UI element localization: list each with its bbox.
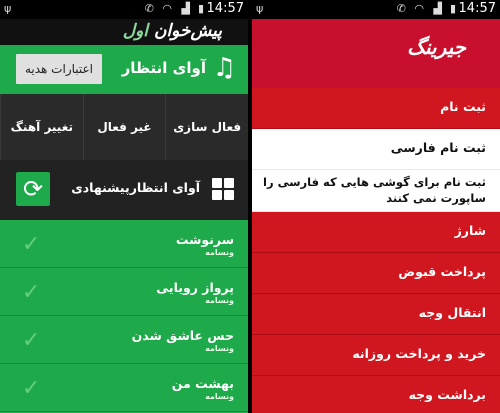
app-header: پیش‌خوان اول اعتبارات هدیه آوای انتظار ♫ [0,19,248,94]
menu-item-label: خرید و پرداخت روزانه [352,346,486,361]
wifi-icon: ◠ [162,2,172,15]
song-title: حس عاشق شدن [131,328,234,343]
song-title: بهشت من [171,376,234,391]
menu-item-charge[interactable]: شارژ [252,212,500,253]
signal-icon: ▟ [433,2,442,15]
brand-logo: جیرینگ [407,35,466,59]
status-bar: ψ ✆ ◠ ▟ ▮ 14:57 [252,0,500,19]
suggested-title: آوای انتظارپیشنهادی [71,180,200,195]
menu-item-register[interactable]: ثبت نام [252,88,500,129]
grid-icon [212,178,234,200]
status-time: 14:57 [206,1,244,16]
menu-item-label: ثبت نام [440,99,486,114]
menu-item-daily-purchase[interactable]: خرید و پرداخت روزانه [252,335,500,376]
battery-icon: ▮ [197,2,204,15]
song-item[interactable]: ✓ سرنوشت ونسامه [0,220,248,268]
song-artist: ونسامه [205,392,234,401]
menu-item-label: برداشت وجه [408,387,486,402]
brand-main: پیش‌خوان [153,21,222,41]
song-title: سرنوشت [175,232,234,247]
deactivate-button[interactable]: غیر فعال سازی [82,94,166,200]
page-title: آوای انتظار [121,59,206,77]
song-artist: ونسامه [205,344,234,353]
wifi-icon: ◠ [414,2,424,15]
music-note-icon: ♫ [212,53,236,83]
brand-bar: پیش‌خوان اول [0,19,248,45]
menu-item-label: ثبت نام برای گوشی هایی که فارسی را ساپور… [263,175,486,205]
check-icon: ✓ [22,232,41,257]
refresh-icon[interactable]: ⟳ [16,172,50,206]
action-bar: فعال سازی غیر فعال سازی تغییر آهنگ [0,94,248,200]
song-item[interactable]: ✓ بهشت من ونسامه [0,364,248,412]
usb-icon: ψ [256,2,264,15]
right-screen: ψ ✆ ◠ ▟ ▮ 14:57 جیرینگ ثبت نام ثبت نام ف… [252,0,500,413]
song-item[interactable]: ✓ حس عاشق شدن ونسامه [0,316,248,364]
menu-item-label: شارژ [454,223,486,238]
activate-button[interactable]: فعال سازی [165,94,248,160]
menu-item-label: پرداخت قبوض [398,264,486,279]
menu-list: ثبت نام ثبت نام فارسی ثبت نام برای گوشی … [252,88,500,413]
menu-item-label: ثبت نام فارسی [390,140,486,155]
suggested-header: آوای انتظارپیشنهادی ⟳ [0,160,248,220]
check-icon: ✓ [22,280,41,305]
brand-sub: اول [122,21,149,41]
song-title: پرواز رویایی [156,280,234,295]
gift-credit-button[interactable]: اعتبارات هدیه [16,54,102,84]
phone-icon: ✆ [396,2,406,15]
menu-item-withdraw[interactable]: برداشت وجه [252,376,500,413]
song-item[interactable]: ✓ پرواز رویایی ونسامه [0,268,248,316]
menu-item-transfer[interactable]: انتقال وجه [252,294,500,335]
brand-logo: پیش‌خوان اول [123,21,222,41]
song-list: ✓ سرنوشت ونسامه ✓ پرواز رویایی ونسامه ✓ … [0,220,248,413]
battery-icon: ▮ [449,2,456,15]
signal-icon: ▟ [181,2,190,15]
usb-icon: ψ [4,2,12,15]
check-icon: ✓ [22,376,41,401]
change-song-button[interactable]: تغییر آهنگ [0,94,83,160]
phone-icon: ✆ [144,2,154,15]
menu-item-bill-payment[interactable]: پرداخت قبوض [252,253,500,294]
app-header: جیرینگ [252,19,500,88]
menu-item-register-no-persian[interactable]: ثبت نام برای گوشی هایی که فارسی را ساپور… [252,170,500,212]
check-icon: ✓ [22,328,41,353]
status-time: 14:57 [458,1,496,16]
left-screen: ψ ✆ ◠ ▟ ▮ 14:57 پیش‌خوان اول اعتبارات هد… [0,0,248,413]
menu-item-register-persian[interactable]: ثبت نام فارسی [252,129,500,170]
status-bar: ψ ✆ ◠ ▟ ▮ 14:57 [0,0,248,19]
song-artist: ونسامه [205,248,234,257]
menu-item-label: انتقال وجه [418,305,486,320]
song-artist: ونسامه [205,296,234,305]
